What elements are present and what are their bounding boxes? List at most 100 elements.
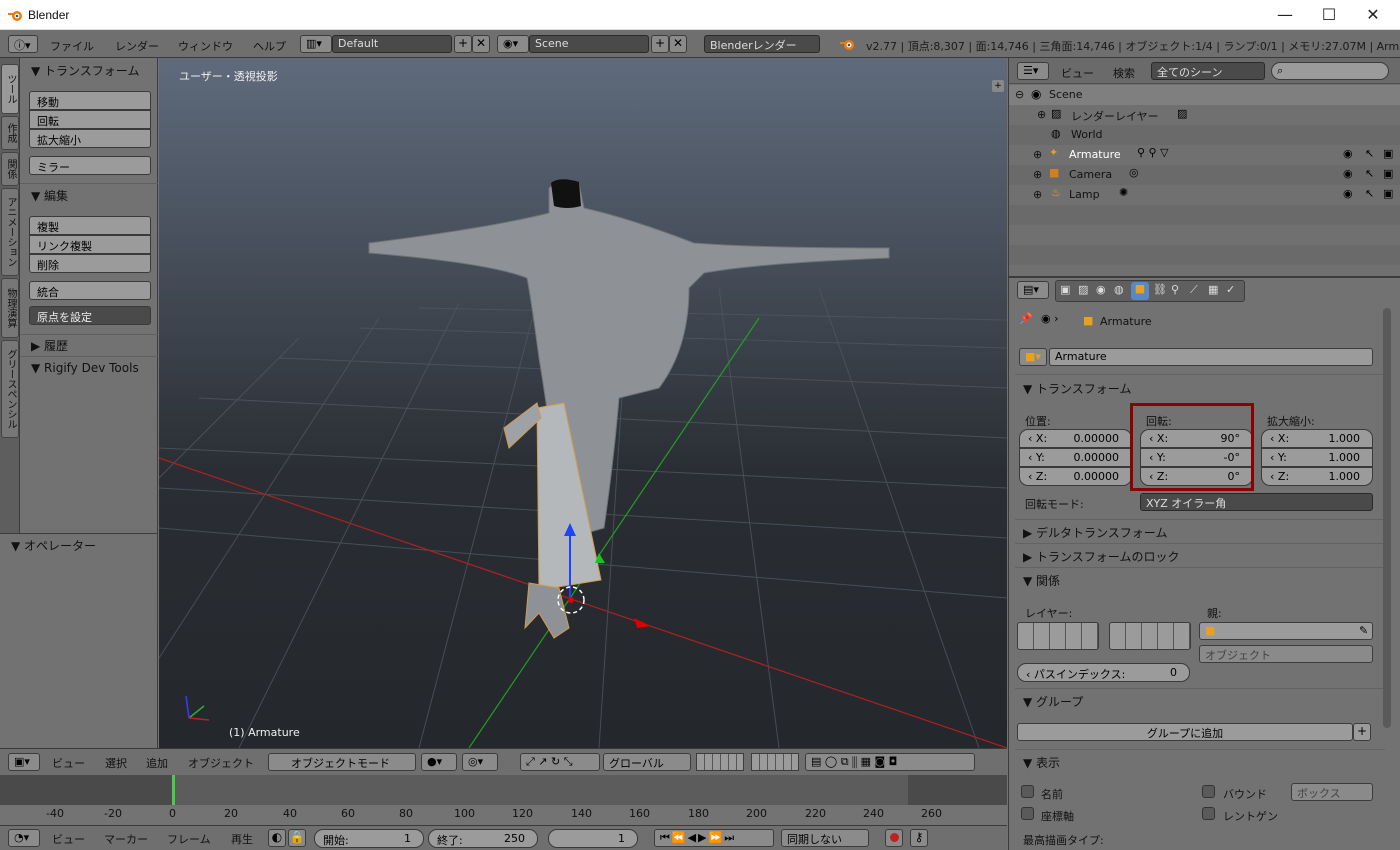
transform-section-header[interactable]: ▼ トランスフォーム (1023, 380, 1131, 397)
parent-type-select[interactable]: オブジェクト (1199, 645, 1373, 663)
tab-grease-pencil[interactable]: グリースペンシル (1, 340, 19, 438)
join-button[interactable]: 統合 (29, 281, 151, 300)
tl-menu-frame[interactable]: フレーム (167, 831, 211, 847)
rotation-mode-select[interactable]: XYZ オイラー角 (1140, 493, 1373, 511)
menu-render[interactable]: レンダー (115, 38, 159, 54)
object-layers-left[interactable] (1017, 622, 1099, 650)
move-button[interactable]: 移動 (29, 91, 151, 110)
xray-checkbox[interactable] (1202, 807, 1215, 820)
layout-field[interactable]: Default (332, 35, 452, 53)
outliner-menu-view[interactable]: ビュー (1061, 65, 1094, 81)
timeline-editor[interactable]: -40 -20 0 20 40 60 80 100 120 140 160 18… (0, 775, 1007, 825)
scene-remove-icon[interactable]: ✕ (669, 35, 687, 53)
keyframe-icon[interactable]: ◐ (268, 829, 286, 847)
object-layers-right[interactable] (1109, 622, 1191, 650)
keying-set-icon[interactable]: ⚷ (910, 829, 928, 847)
pass-index-field[interactable]: ‹ パスインデックス: 0 (1017, 663, 1190, 682)
layer-buttons-right[interactable] (751, 753, 799, 771)
location-y-field[interactable]: ‹ Y: 0.00000 (1019, 448, 1132, 467)
manipulator-icons[interactable]: ⤢ ↗ ↻ ⤡ (520, 753, 600, 771)
outliner-row-lamp[interactable]: ⊕ ♨ Lamp ✺ ◉ ↖ ▣ (1009, 185, 1400, 205)
orientation-select[interactable]: グローバル (603, 753, 691, 771)
visibility-eye-icon[interactable]: ◉ (1343, 147, 1353, 160)
timeline-track[interactable] (0, 775, 1007, 805)
duplicate-linked-button[interactable]: リンク複製 (29, 235, 151, 254)
parent-field[interactable]: ■ (1199, 622, 1373, 640)
armature-data-tab-icon[interactable]: ⚲ (1171, 283, 1179, 296)
minimize-button[interactable]: — (1262, 0, 1308, 30)
layout-remove-icon[interactable]: ✕ (472, 35, 490, 53)
tab-relations[interactable]: 関係 (1, 152, 19, 186)
outliner-search-input[interactable]: ⌕ (1271, 62, 1389, 80)
start-frame-field[interactable]: 開始: 1 (314, 829, 424, 848)
render-camera-icon[interactable]: ▣ (1383, 167, 1393, 180)
close-button[interactable]: ✕ (1350, 0, 1396, 30)
transform-locks-section-header[interactable]: ▶ トランスフォームのロック (1023, 548, 1179, 565)
maximize-button[interactable]: ☐ (1306, 0, 1352, 30)
editor-type-3dview-icon[interactable]: ▣▾ (8, 753, 40, 771)
collapse-icon[interactable]: ⊖ (1015, 88, 1024, 101)
outliner-scope-select[interactable]: 全てのシーン (1151, 62, 1265, 80)
add-group-icon[interactable]: + (1353, 723, 1371, 741)
visibility-eye-icon[interactable]: ◉ (1343, 187, 1353, 200)
show-axis-checkbox[interactable] (1021, 807, 1034, 820)
constraints-tab-icon[interactable]: ⛓ (1153, 283, 1167, 296)
editor-type-properties-icon[interactable]: ▤▾ (1017, 281, 1049, 299)
pivot-select-icon[interactable]: ◎▾ (462, 753, 498, 771)
scale-x-field[interactable]: ‹ X: 1.000 (1261, 429, 1373, 448)
current-frame-field[interactable]: 1 (548, 829, 638, 848)
vp-menu-object[interactable]: オブジェクト (188, 755, 254, 771)
object-tab-icon[interactable]: ■ (1131, 282, 1149, 300)
scene-tab-icon[interactable]: ◉ (1096, 283, 1106, 296)
tab-animation[interactable]: アニメーション (1, 188, 19, 276)
operator-panel-header[interactable]: ▼ オペレーター (11, 537, 96, 554)
render-camera-icon[interactable]: ▣ (1383, 147, 1393, 160)
show-name-checkbox[interactable] (1021, 785, 1034, 798)
tl-menu-view[interactable]: ビュー (52, 831, 85, 847)
edit-panel-header[interactable]: ▼ 編集 (31, 187, 68, 204)
object-type-icon[interactable]: ■▾ (1019, 348, 1047, 366)
outliner-row-camera[interactable]: ⊕ ■ Camera ◎ ◉ ↖ ▣ (1009, 165, 1400, 185)
history-panel-header[interactable]: ▶ 履歴 (31, 337, 68, 354)
menu-window[interactable]: ウィンドウ (178, 38, 233, 54)
scene-field[interactable]: Scene (529, 35, 649, 53)
editor-type-timeline-icon[interactable]: ◔▾ (8, 829, 40, 847)
editor-type-info-icon[interactable]: ⓘ▾ (8, 35, 38, 53)
layer-buttons-left[interactable] (696, 753, 744, 771)
pin-icon[interactable]: 📌 (1019, 312, 1033, 325)
record-icon[interactable] (885, 829, 903, 847)
scene-add-icon[interactable]: + (651, 35, 669, 53)
render-camera-icon[interactable]: ▣ (1383, 187, 1393, 200)
transform-panel-header[interactable]: ▼ トランスフォーム (31, 62, 139, 79)
properties-scrollbar[interactable] (1383, 308, 1391, 728)
set-origin-select[interactable]: 原点を設定 (29, 306, 151, 325)
scale-button[interactable]: 拡大縮小 (29, 129, 151, 148)
properties-context-tabs[interactable]: ▣ ▨ ◉ ◍ ■ ⛓ ⚲ ⟋ ▦ ✓ (1055, 280, 1245, 302)
outliner-row-scene[interactable]: ⊖ ◉ Scene (1009, 85, 1400, 105)
mode-select[interactable]: オブジェクトモード (268, 753, 416, 771)
location-z-field[interactable]: ‹ Z: 0.00000 (1019, 467, 1132, 486)
delta-transform-section-header[interactable]: ▶ デルタトランスフォーム (1023, 524, 1167, 541)
location-x-field[interactable]: ‹ X: 0.00000 (1019, 429, 1132, 448)
rotate-button[interactable]: 回転 (29, 110, 151, 129)
tab-tools[interactable]: ツール (1, 64, 19, 114)
scene-icon[interactable]: ◉▾ (497, 35, 529, 53)
current-frame-indicator[interactable] (172, 775, 175, 805)
bone-tab-icon[interactable]: ⟋ (1190, 283, 1198, 297)
menu-file[interactable]: ファイル (50, 38, 94, 54)
visibility-eye-icon[interactable]: ◉ (1343, 167, 1353, 180)
duplicate-button[interactable]: 複製 (29, 216, 151, 235)
mirror-button[interactable]: ミラー (29, 156, 151, 175)
render-tab-icon[interactable]: ▣ (1060, 283, 1070, 296)
tab-physics[interactable]: 物理演算 (1, 278, 19, 338)
physics-tab-icon[interactable]: ✓ (1226, 283, 1235, 296)
shading-select-icon[interactable]: ●▾ (421, 753, 457, 771)
add-to-group-button[interactable]: グループに追加 (1017, 723, 1353, 741)
relations-section-header[interactable]: ▼ 関係 (1023, 572, 1060, 589)
outliner-row-world[interactable]: ◍ World (1009, 125, 1400, 145)
world-tab-icon[interactable]: ◍ (1114, 283, 1124, 296)
expand-icon[interactable]: ⊕ (1033, 168, 1042, 181)
rigify-panel-header[interactable]: ▼ Rigify Dev Tools (31, 361, 139, 375)
show-bounds-checkbox[interactable] (1202, 785, 1215, 798)
layout-icon[interactable]: ▥▾ (300, 35, 332, 53)
